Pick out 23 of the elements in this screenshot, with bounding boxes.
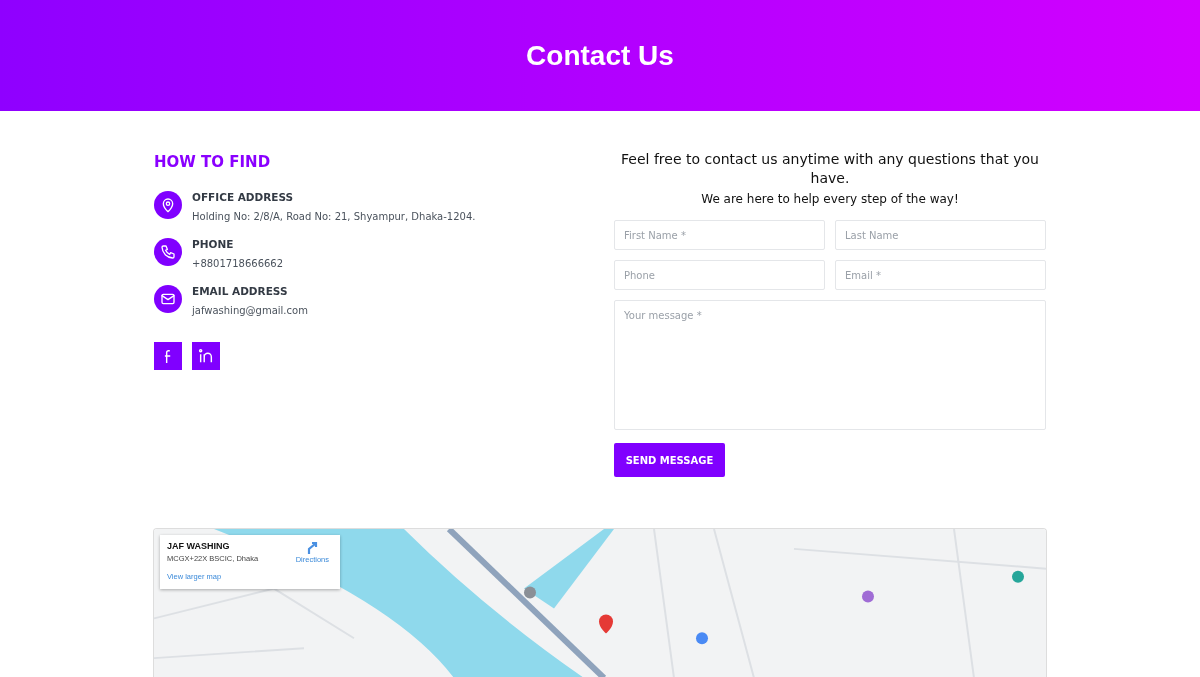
contact-label: EMAIL ADDRESS <box>192 285 289 297</box>
message-field[interactable]: Your message * <box>614 300 1046 430</box>
phone-icon <box>154 238 182 266</box>
contact-value: +8801718666662 <box>192 258 284 269</box>
location-pin-icon <box>154 191 182 219</box>
linkedin-icon[interactable] <box>192 342 220 370</box>
contact-label: PHONE <box>192 238 235 250</box>
send-button[interactable]: SEND MESSAGE <box>614 443 725 477</box>
subtitle-text: We are here to help every step of the way! <box>700 192 960 206</box>
directions-icon <box>305 541 320 555</box>
input-field[interactable]: Phone <box>614 260 825 290</box>
contact-label: OFFICE ADDRESS <box>192 191 295 203</box>
envelope-icon <box>154 285 182 313</box>
place-name: JAF WASHING <box>167 541 231 551</box>
intro-text: Feel free to contact us anytime with any questions that you have. <box>620 150 1040 188</box>
input-field[interactable]: Last Name <box>835 220 1046 250</box>
section-heading: HOW TO FIND <box>154 153 272 171</box>
contact-value: Holding No: 2/8/A, Road No: 21, Shyampur, Dhaka-1204. <box>192 211 476 222</box>
input-field[interactable]: First Name * <box>614 220 825 250</box>
input-field[interactable]: Email * <box>835 260 1046 290</box>
page-title: Contact Us <box>526 39 674 72</box>
facebook-icon[interactable] <box>154 342 182 370</box>
contact-value: jafwashing@gmail.com <box>192 305 308 316</box>
